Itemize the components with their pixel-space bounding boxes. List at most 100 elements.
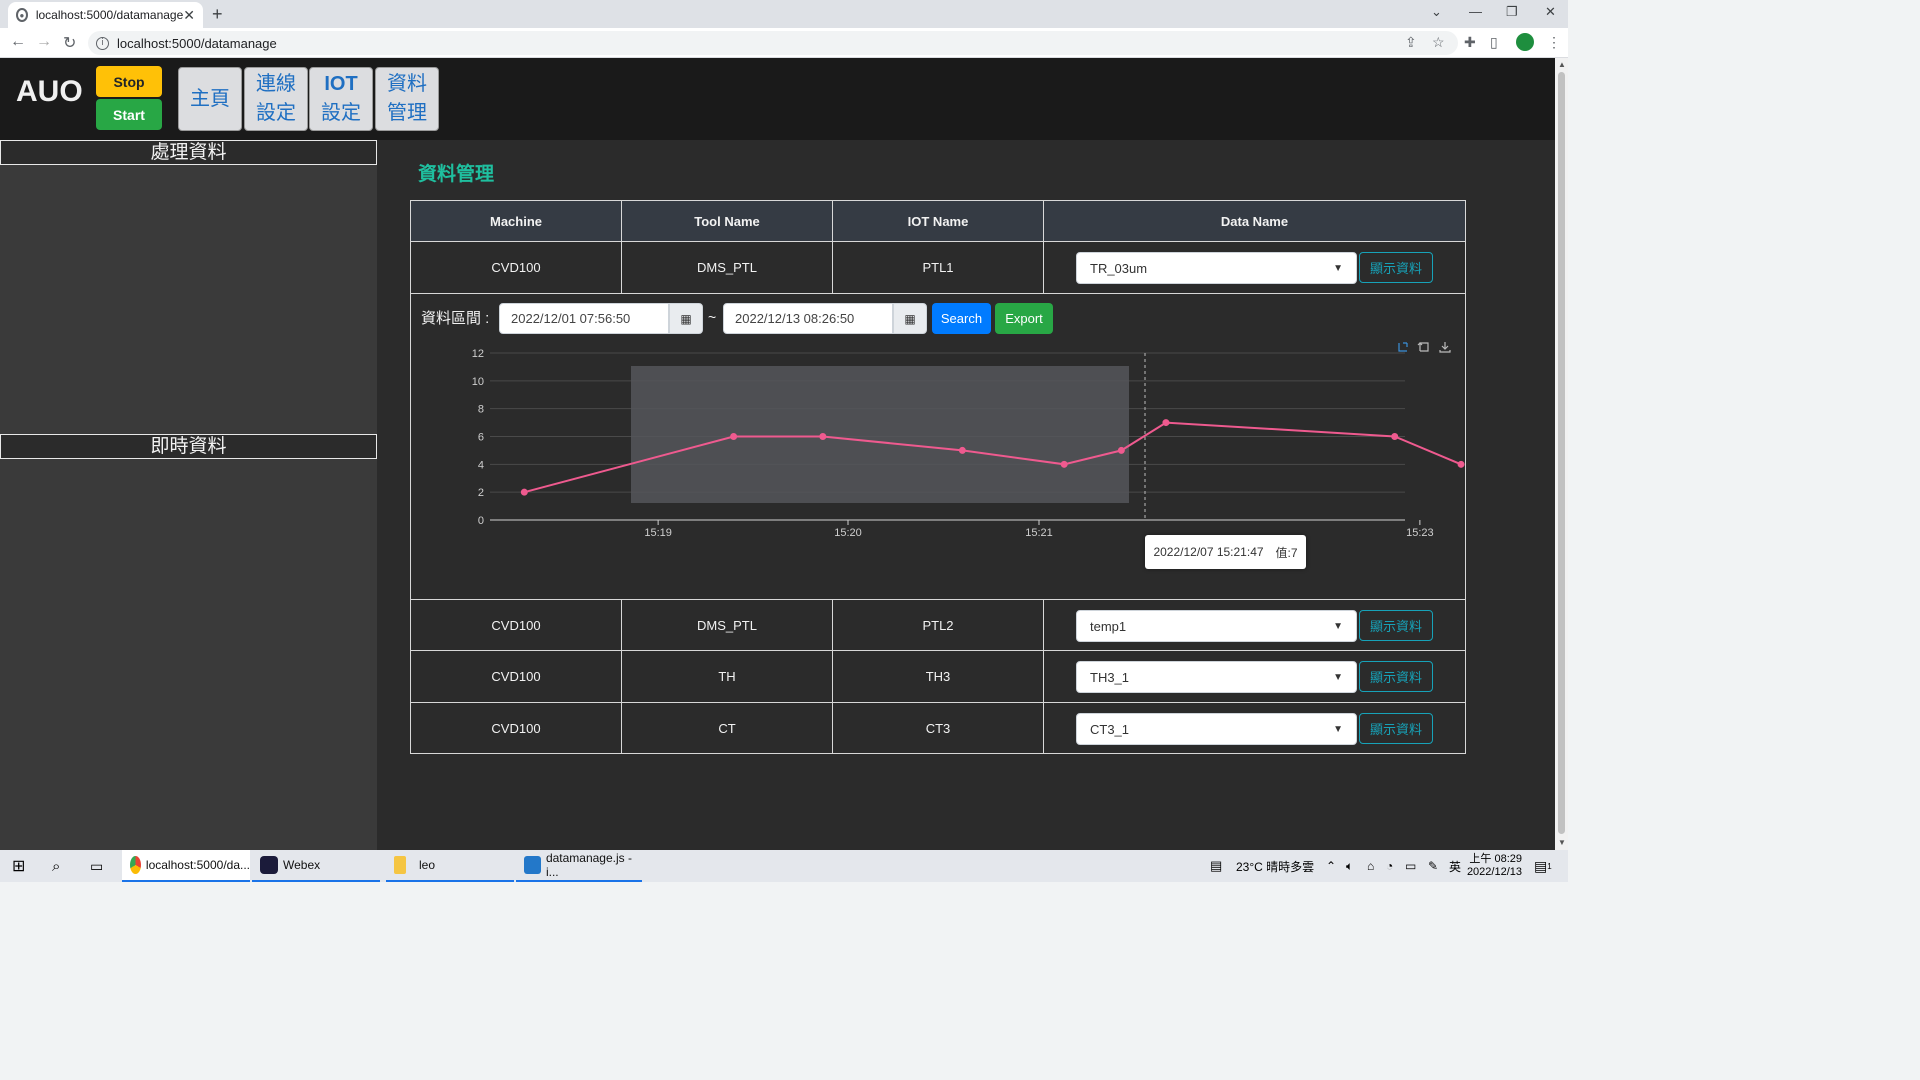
chart-tooltip: 2022/12/07 15:21:47 值:7 xyxy=(1145,535,1306,569)
minimize-icon[interactable]: — xyxy=(1469,4,1482,19)
data-name-cell: TR_03um ▼ 顯示資料 xyxy=(1044,242,1465,293)
zoom-icon[interactable] xyxy=(1398,342,1408,352)
show-data-button[interactable]: 顯示資料 xyxy=(1359,252,1433,283)
taskbar-app-label: datamanage.js - i... xyxy=(545,851,632,879)
network-icon[interactable]: ⌂ xyxy=(1367,850,1374,882)
start-button[interactable]: Start xyxy=(96,99,162,130)
volume-icon[interactable]: 🔈︎ xyxy=(1346,850,1353,882)
end-date-input[interactable]: 2022/12/13 08:26:50 xyxy=(723,303,893,334)
bookmark-star-icon[interactable]: ☆ xyxy=(1432,34,1445,51)
export-button[interactable]: Export xyxy=(995,303,1053,334)
menu-icon[interactable]: ⋮ xyxy=(1547,34,1561,51)
machine-cell: CVD100 xyxy=(411,600,622,650)
taskbar-app-vscode[interactable]: datamanage.js - i... xyxy=(516,850,642,882)
zoom-selection-area[interactable] xyxy=(631,366,1129,503)
search-icon[interactable]: ⌕ xyxy=(52,850,60,882)
data-point xyxy=(520,488,528,496)
side-panel-icon[interactable]: ▯ xyxy=(1490,34,1498,51)
data-name-selected: TR_03um xyxy=(1090,260,1148,276)
iot-name-cell: TH3 xyxy=(833,651,1044,702)
reload-icon[interactable]: ↻ xyxy=(63,33,76,53)
scroll-down-icon[interactable]: ▼ xyxy=(1558,838,1566,847)
data-point xyxy=(1060,460,1068,468)
nav-iot-settings[interactable]: IOT 設定 xyxy=(309,67,373,131)
chevron-down-icon: ▼ xyxy=(1333,723,1343,735)
windows-start-icon[interactable]: ⊞ xyxy=(12,850,25,882)
tab-title: localhost:5000/datamanage xyxy=(35,8,184,22)
scroll-up-icon[interactable]: ▲ xyxy=(1558,60,1566,69)
zoom-reset-icon[interactable] xyxy=(1417,342,1429,352)
taskbar-app-explorer[interactable]: leo xyxy=(386,850,514,882)
data-name-selected: TH3_1 xyxy=(1090,669,1130,685)
taskbar-app-webex[interactable]: Webex xyxy=(252,850,380,882)
start-date-input[interactable]: 2022/12/01 07:56:50 xyxy=(499,303,669,334)
close-window-icon[interactable]: ✕ xyxy=(1545,4,1556,20)
x-tick-label: 15:23 xyxy=(1406,527,1434,539)
taskbar-app-chrome[interactable]: localhost:5000/da... xyxy=(122,850,250,882)
battery-icon[interactable]: ▭ xyxy=(1405,850,1416,882)
tab-search-icon[interactable]: ⌄ xyxy=(1431,4,1442,20)
range-tilde: ~ xyxy=(708,309,717,325)
nav-home[interactable]: 主頁 xyxy=(178,67,242,131)
data-point xyxy=(730,433,738,440)
calendar-icon[interactable]: ▦ xyxy=(669,303,703,334)
extensions-icon[interactable]: ✚ xyxy=(1464,34,1476,51)
nav-connection-settings[interactable]: 連線 設定 xyxy=(244,67,308,131)
realtime-data-header[interactable]: 即時資料 xyxy=(0,434,377,459)
weather-text[interactable]: 23°C 晴時多雲 xyxy=(1236,850,1314,882)
page-viewport: AUO Stop Start 主頁 連線 設定 IOT 設定 資料 管理 處理資料 即… xyxy=(0,58,1555,850)
search-button[interactable]: Search xyxy=(932,303,991,334)
x-tick-label: 15:19 xyxy=(644,527,672,539)
download-icon[interactable] xyxy=(1439,342,1451,353)
browser-tab[interactable]: ● localhost:5000/datamanage ✕ xyxy=(8,2,203,28)
show-data-button[interactable]: 顯示資料 xyxy=(1359,610,1433,641)
taskbar-app-label: Webex xyxy=(283,858,321,872)
scrollbar-thumb[interactable] xyxy=(1558,72,1565,834)
wifi-icon[interactable]: ◔ xyxy=(1386,850,1393,882)
data-name-select[interactable]: TH3_1 ▼ xyxy=(1076,661,1357,693)
notification-icon[interactable]: ▤ 1 xyxy=(1534,850,1552,882)
task-view-icon[interactable]: ▭ xyxy=(90,850,103,882)
stop-button[interactable]: Stop xyxy=(96,66,162,97)
address-bar[interactable]: i localhost:5000/datamanage xyxy=(88,31,1458,55)
data-point xyxy=(958,446,966,454)
nav-data-management[interactable]: 資料 管理 xyxy=(375,67,439,131)
machine-cell: CVD100 xyxy=(411,703,622,754)
share-icon[interactable]: ⇪ xyxy=(1405,34,1417,51)
pen-icon[interactable]: ✎ xyxy=(1428,850,1438,882)
close-tab-icon[interactable]: ✕ xyxy=(183,7,195,24)
processed-data-header[interactable]: 處理資料 xyxy=(0,140,377,165)
restore-icon[interactable]: ❐ xyxy=(1506,4,1518,20)
new-tab-icon[interactable]: + xyxy=(212,4,223,25)
tooltip-value: 值:7 xyxy=(1275,545,1298,560)
back-icon[interactable]: ← xyxy=(10,33,26,51)
site-info-icon[interactable]: i xyxy=(96,36,109,50)
data-name-select[interactable]: CT3_1 ▼ xyxy=(1076,713,1357,745)
browser-toolbar: ← → ↻ i localhost:5000/datamanage ⇪ ☆ ✚ … xyxy=(0,28,1568,58)
tool-name-cell: DMS_PTL xyxy=(622,600,833,650)
page-scrollbar[interactable]: ▲ ▼ xyxy=(1555,58,1568,850)
machine-cell: CVD100 xyxy=(411,242,622,293)
notification-count: 1 xyxy=(1547,861,1552,871)
chrome-icon xyxy=(130,856,141,874)
line-chart[interactable]: 0 2 4 6 8 10 12 15:19 15:20 15:21 15:23 xyxy=(411,338,1465,600)
profile-avatar[interactable] xyxy=(1516,33,1534,51)
nav-data-line2: 管理 xyxy=(387,102,427,124)
data-name-select[interactable]: TR_03um ▼ xyxy=(1076,252,1357,284)
data-name-select[interactable]: temp1 ▼ xyxy=(1076,610,1357,642)
clock[interactable]: 上午 08:29 2022/12/13 xyxy=(1467,850,1522,882)
weather-icon[interactable]: ▤ xyxy=(1210,850,1222,882)
y-tick-label: 4 xyxy=(478,459,484,471)
data-name-selected: temp1 xyxy=(1090,618,1127,634)
machine-cell: CVD100 xyxy=(411,651,622,702)
detail-panel: 資料區間 : 2022/12/01 07:56:50 ▦ ~ 2022/12/1… xyxy=(411,293,1465,600)
nav-data-line1: 資料 xyxy=(387,73,427,95)
tray-chevron-icon[interactable]: ⌃ xyxy=(1326,850,1336,882)
ime-indicator[interactable]: 英 xyxy=(1449,850,1461,882)
show-data-button[interactable]: 顯示資料 xyxy=(1359,713,1433,744)
calendar-icon[interactable]: ▦ xyxy=(893,303,927,334)
show-data-button[interactable]: 顯示資料 xyxy=(1359,661,1433,692)
data-table: Machine Tool Name IOT Name Data Name CVD… xyxy=(410,200,1466,754)
forward-icon[interactable]: → xyxy=(36,33,52,51)
url-text: localhost:5000/datamanage xyxy=(117,35,277,51)
